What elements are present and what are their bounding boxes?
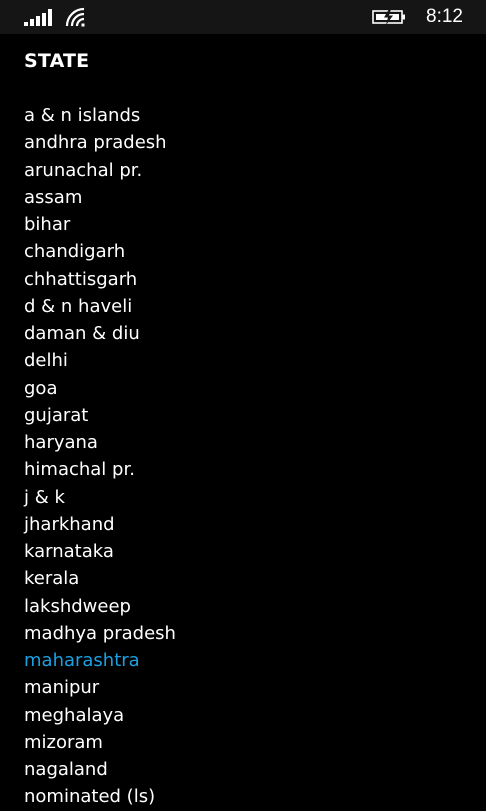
list-item[interactable]: a & n islands — [24, 102, 464, 129]
state-list: a & n islands andhra pradesh arunachal pr.… — [24, 102, 464, 811]
list-item[interactable]: chhattisgarh — [24, 266, 464, 293]
list-item-selected[interactable]: maharashtra — [24, 647, 464, 674]
list-item[interactable]: andhra pradesh — [24, 129, 464, 156]
list-item[interactable]: delhi — [24, 347, 464, 374]
list-item[interactable]: nagaland — [24, 756, 464, 783]
list-item[interactable]: meghalaya — [24, 702, 464, 729]
list-item[interactable]: bihar — [24, 211, 464, 238]
list-item[interactable]: chandigarh — [24, 238, 464, 265]
list-item[interactable]: lakshdweep — [24, 593, 464, 620]
list-item[interactable]: goa — [24, 375, 464, 402]
list-item[interactable]: d & n haveli — [24, 293, 464, 320]
page-title: STATE — [24, 50, 90, 72]
status-clock: 8:12 — [426, 6, 463, 27]
list-item[interactable]: jharkhand — [24, 511, 464, 538]
list-item[interactable]: assam — [24, 184, 464, 211]
list-item[interactable]: nominated (ls) — [24, 783, 464, 810]
list-item[interactable]: arunachal pr. — [24, 157, 464, 184]
signal-bars-icon — [24, 9, 52, 26]
list-item[interactable]: madhya pradesh — [24, 620, 464, 647]
list-item[interactable]: karnataka — [24, 538, 464, 565]
list-item[interactable]: daman & diu — [24, 320, 464, 347]
wifi-icon — [65, 7, 85, 27]
status-bar: 8:12 — [0, 0, 486, 34]
list-item[interactable]: manipur — [24, 674, 464, 701]
list-item[interactable]: mizoram — [24, 729, 464, 756]
list-item[interactable]: gujarat — [24, 402, 464, 429]
battery-charging-icon — [372, 9, 405, 25]
list-item[interactable]: haryana — [24, 429, 464, 456]
list-item[interactable]: kerala — [24, 565, 464, 592]
list-item[interactable]: himachal pr. — [24, 456, 464, 483]
list-item[interactable]: j & k — [24, 484, 464, 511]
